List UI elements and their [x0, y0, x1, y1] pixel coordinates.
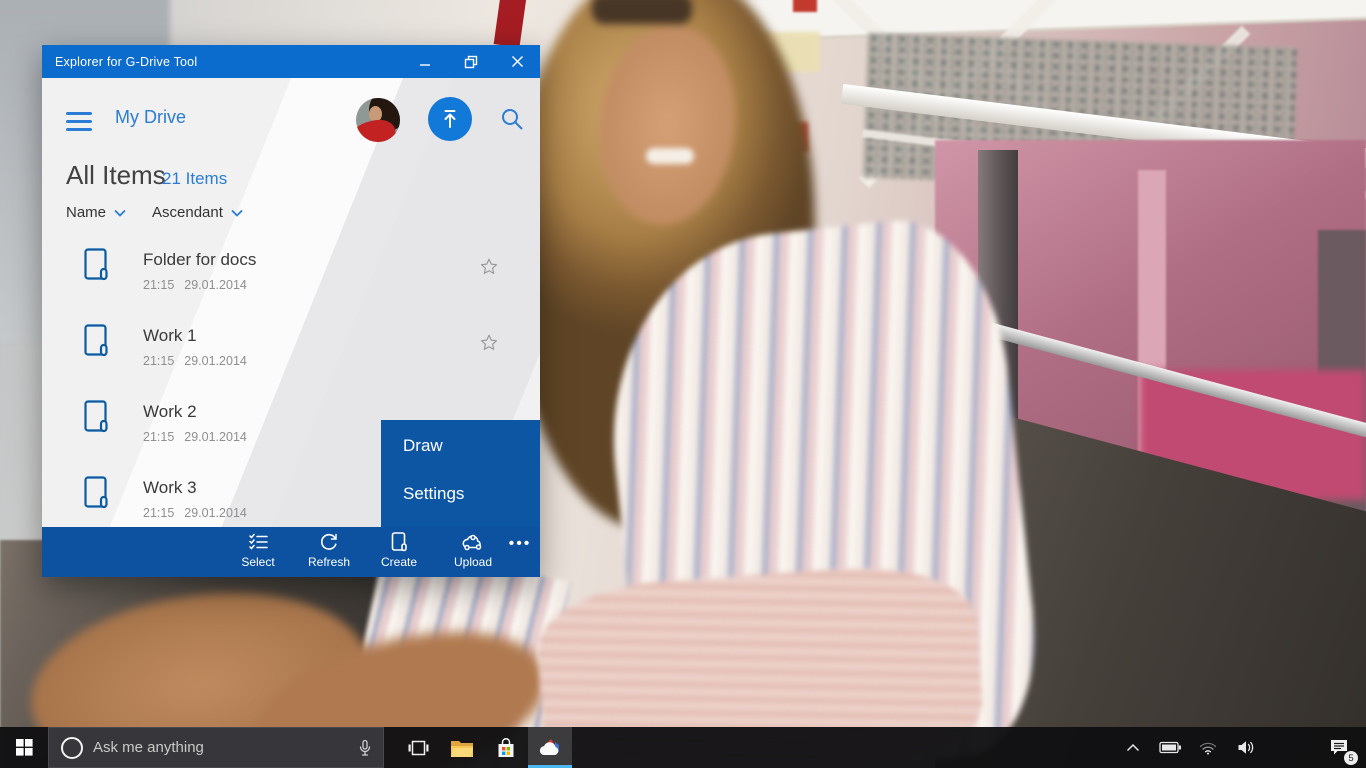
file-meta: 21:15 29.01.2014 — [143, 278, 257, 292]
upload-cloud-icon — [462, 534, 482, 551]
titlebar[interactable]: Explorer for G-Drive Tool — [42, 45, 540, 78]
star-icon — [480, 258, 498, 275]
file-icon — [84, 400, 108, 433]
file-date: 29.01.2014 — [184, 430, 247, 444]
window-title: Explorer for G-Drive Tool — [55, 54, 198, 69]
close-button[interactable] — [494, 45, 540, 78]
close-icon — [511, 56, 523, 67]
maximize-button[interactable] — [448, 45, 494, 78]
menu-item-draw[interactable]: Draw — [403, 431, 443, 461]
system-tray: 5 — [1116, 727, 1366, 768]
file-time: 21:15 — [143, 506, 175, 520]
start-button[interactable] — [0, 727, 48, 768]
command-bar: Select Refresh Create Upload ••• — [42, 527, 540, 577]
wallpaper-shape — [793, 0, 817, 12]
star-button[interactable] — [478, 256, 500, 278]
star-icon — [480, 334, 498, 351]
select-icon — [248, 533, 268, 550]
file-time: 21:15 — [143, 354, 175, 368]
app-window: Explorer for G-Drive Tool My Drive All I… — [42, 45, 540, 577]
window-controls — [402, 45, 540, 78]
search-input[interactable] — [93, 739, 357, 756]
file-date: 29.01.2014 — [184, 506, 247, 520]
wallpaper-shape — [592, 0, 692, 24]
create-icon — [391, 532, 407, 552]
wallpaper-shape — [493, 0, 527, 48]
gdrive-app-icon — [539, 738, 559, 755]
app-content: My Drive All Items 21 Items Name Ascenda… — [42, 78, 540, 527]
menu-item-settings[interactable]: Settings — [403, 479, 464, 509]
file-name: Work 3 — [143, 478, 197, 497]
wifi-icon — [1199, 742, 1217, 755]
file-row[interactable]: Folder for docs 21:15 29.01.2014 — [42, 240, 540, 316]
desktop: Explorer for G-Drive Tool My Drive All I… — [0, 0, 1366, 768]
volume-status[interactable] — [1226, 727, 1266, 768]
chevron-up-icon — [1126, 743, 1140, 752]
network-status[interactable] — [1190, 727, 1226, 768]
taskbar-search[interactable] — [48, 727, 384, 768]
star-button[interactable] — [478, 332, 500, 354]
create-button[interactable]: Create — [366, 532, 432, 574]
gdrive-app-button[interactable] — [528, 727, 572, 768]
file-explorer-icon — [451, 740, 473, 757]
minimize-icon — [420, 63, 430, 66]
store-button[interactable] — [484, 727, 528, 768]
file-meta: 21:15 29.01.2014 — [143, 430, 257, 444]
file-name: Work 2 — [143, 402, 197, 421]
file-name: Folder for docs — [143, 250, 257, 269]
refresh-label: Refresh — [307, 555, 351, 569]
select-button[interactable]: Select — [225, 532, 291, 574]
upload-button[interactable]: Upload — [440, 532, 506, 574]
task-view-icon — [408, 740, 428, 755]
wallpaper-shape — [646, 148, 694, 164]
file-time: 21:15 — [143, 278, 175, 292]
file-meta: 21:15 29.01.2014 — [143, 354, 257, 368]
file-explorer-button[interactable] — [440, 727, 484, 768]
file-name: Work 1 — [143, 326, 197, 345]
battery-icon — [1158, 741, 1181, 754]
taskbar: 5 — [0, 727, 1366, 768]
windows-logo-icon — [15, 739, 33, 756]
speaker-icon — [1238, 741, 1253, 754]
tray-overflow-button[interactable] — [1116, 727, 1150, 768]
file-icon — [84, 476, 108, 509]
battery-status[interactable] — [1150, 727, 1190, 768]
microphone-icon[interactable] — [357, 739, 373, 757]
file-date: 29.01.2014 — [184, 278, 247, 292]
file-date: 29.01.2014 — [184, 354, 247, 368]
file-time: 21:15 — [143, 430, 175, 444]
see-more-button[interactable]: ••• — [502, 529, 538, 559]
cortana-icon — [61, 736, 83, 759]
select-label: Select — [241, 555, 275, 569]
refresh-button[interactable]: Refresh — [296, 532, 362, 574]
create-label: Create — [380, 555, 418, 569]
action-center-button[interactable]: 5 — [1318, 727, 1360, 768]
file-row[interactable]: Work 1 21:15 29.01.2014 — [42, 316, 540, 392]
upload-label: Upload — [453, 555, 493, 569]
minimize-button[interactable] — [402, 45, 448, 78]
context-menu: Draw Settings — [381, 420, 540, 527]
store-icon — [498, 737, 514, 757]
restore-icon — [464, 55, 478, 68]
file-icon — [84, 324, 108, 357]
file-meta: 21:15 29.01.2014 — [143, 506, 257, 520]
task-view-button[interactable] — [396, 727, 440, 768]
file-icon — [84, 248, 108, 281]
notification-badge: 5 — [1344, 751, 1358, 765]
refresh-icon — [321, 533, 337, 550]
